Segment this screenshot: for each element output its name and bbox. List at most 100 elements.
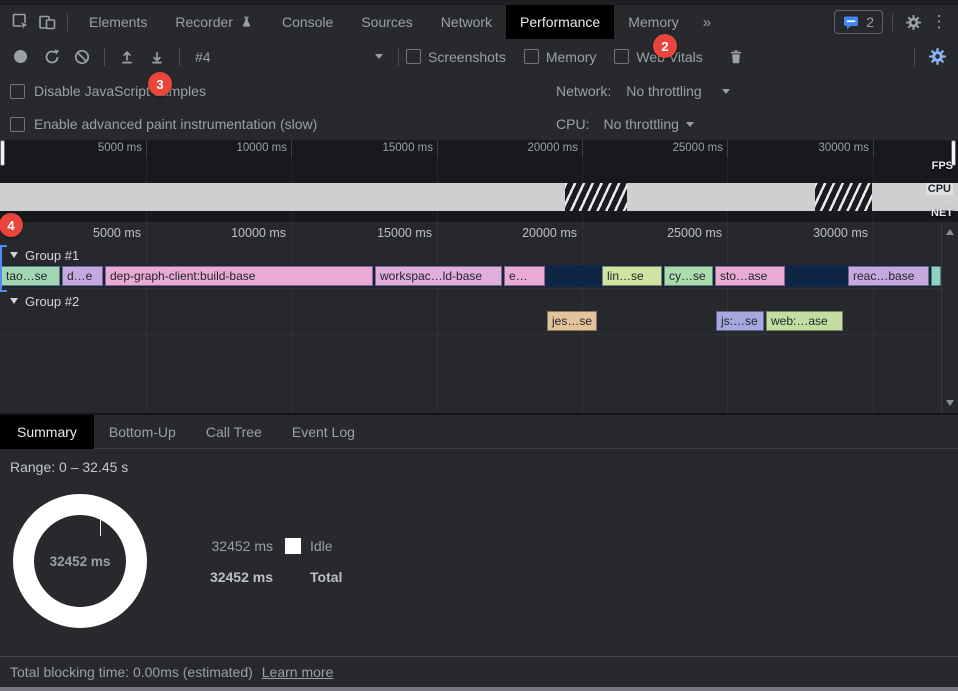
tab-recorder[interactable]: Recorder xyxy=(161,5,268,39)
divider xyxy=(914,48,915,66)
checkbox-box[interactable] xyxy=(614,49,629,64)
disable-js-samples-checkbox[interactable] xyxy=(10,84,25,99)
messages-counter-button[interactable]: 2 xyxy=(834,10,883,34)
flame-bar-jes-se[interactable]: jes…se xyxy=(547,311,597,331)
total-blocking-time-text: Total blocking time: 0.00ms (estimated) xyxy=(10,664,253,680)
tab-memory[interactable]: Memory xyxy=(614,5,693,39)
flame-bar-lin-se[interactable]: lin…se xyxy=(602,266,662,286)
legend-value: 32452 ms xyxy=(205,569,273,585)
track-separator xyxy=(0,334,941,335)
inspect-element-icon[interactable] xyxy=(8,9,34,35)
flask-icon xyxy=(239,15,254,30)
divider xyxy=(179,48,180,66)
group1-header[interactable]: Group #1 xyxy=(10,247,79,263)
cpu-label: CPU: xyxy=(556,116,589,132)
flame-chart[interactable]: 5000 ms10000 ms15000 ms20000 ms25000 ms3… xyxy=(0,222,958,413)
scroll-down-icon[interactable] xyxy=(946,400,954,406)
checkbox-label: Screenshots xyxy=(428,49,506,65)
flame-tick-label: 5000 ms xyxy=(93,226,146,240)
flame-bar-web-ase[interactable]: web:…ase xyxy=(766,311,843,331)
capture-settings-gear-icon[interactable] xyxy=(924,45,950,69)
summary-pane: Range: 0 – 32.45 s 32452 ms 32452 msIdle… xyxy=(0,449,958,656)
panel-tabs: Elements Recorder Console Sources Network Per… xyxy=(75,5,693,39)
disable-js-samples-option[interactable]: Disable JavaScript samples xyxy=(10,81,206,101)
tab-call-tree[interactable]: Call Tree xyxy=(191,415,277,449)
load-profile-icon[interactable] xyxy=(114,45,140,69)
history-dropdown[interactable]: #4 xyxy=(187,45,391,69)
flame-bar-js-se[interactable]: js:…se xyxy=(716,311,764,331)
flame-bar-workspac-ld-base[interactable]: workspac…ld-base xyxy=(375,266,502,286)
tab-elements[interactable]: Elements xyxy=(75,5,161,39)
checkbox-label: Memory xyxy=(546,49,597,65)
record-button[interactable] xyxy=(14,50,27,63)
advanced-paint-option[interactable]: Enable advanced paint instrumentation (s… xyxy=(10,114,317,134)
timeline-overview[interactable]: 5000 ms10000 ms15000 ms20000 ms25000 ms3… xyxy=(0,140,958,223)
overview-ruler-tick xyxy=(437,140,438,158)
overview-tick-label: 20000 ms xyxy=(527,142,582,154)
overview-left-grip[interactable] xyxy=(0,140,5,166)
legend-label: Idle xyxy=(310,538,333,554)
cpu-value: No throttling xyxy=(603,116,678,132)
legend-row-total: 32452 msTotal xyxy=(205,568,342,586)
window-bottom-strip xyxy=(0,687,958,691)
overview-ruler-tick xyxy=(146,140,147,158)
overview-ruler-tick xyxy=(873,140,874,158)
tab-console[interactable]: Console xyxy=(268,5,347,39)
network-throttling-select[interactable]: Network: No throttling xyxy=(556,81,730,101)
learn-more-link[interactable]: Learn more xyxy=(262,664,334,680)
tab-summary[interactable]: Summary xyxy=(0,415,94,449)
checkbox-box[interactable] xyxy=(406,49,421,64)
details-tab-bar: SummaryBottom-UpCall TreeEvent Log xyxy=(0,415,958,449)
network-value: No throttling xyxy=(626,83,701,99)
overview-tick-label: 5000 ms xyxy=(98,142,146,154)
clear-recording-icon[interactable] xyxy=(69,45,95,69)
flame-bar-tao-se[interactable]: tao…se xyxy=(1,266,60,286)
flame-gridline xyxy=(437,222,438,412)
cpu-hatch-region xyxy=(565,183,627,211)
tab-performance[interactable]: Performance xyxy=(506,5,614,39)
device-toolbar-icon[interactable] xyxy=(34,9,60,35)
donut-center-label: 32452 ms xyxy=(13,494,147,628)
tab-bottom-up[interactable]: Bottom-Up xyxy=(94,415,191,449)
flame-bar-reac-base[interactable]: reac…base xyxy=(848,266,929,286)
save-profile-icon[interactable] xyxy=(144,45,170,69)
overview-tick-label: 15000 ms xyxy=(382,142,437,154)
flame-scrollbar[interactable] xyxy=(941,222,958,413)
flame-bar-d-e[interactable]: d…e xyxy=(62,266,103,286)
trash-icon[interactable] xyxy=(723,45,749,69)
reload-and-record-icon[interactable] xyxy=(39,45,65,69)
group2-label: Group #2 xyxy=(25,294,79,309)
flame-bar-cy-se[interactable]: cy…se xyxy=(664,266,713,286)
devtools-settings-gear-icon[interactable] xyxy=(900,9,926,35)
legend-row-idle: 32452 ms Idle xyxy=(205,537,333,555)
scroll-up-icon[interactable] xyxy=(946,229,954,235)
tab-event-log[interactable]: Event Log xyxy=(277,415,370,449)
footer-bar: Total blocking time: 0.00ms (estimated) … xyxy=(0,656,958,687)
more-tabs-button[interactable]: » xyxy=(693,14,721,31)
group2-header[interactable]: Group #2 xyxy=(10,293,79,309)
kebab-menu-icon[interactable]: ⋮ xyxy=(926,9,952,35)
tab-label: Elements xyxy=(89,14,147,30)
overview-right-grip[interactable] xyxy=(951,140,956,166)
flame-bar-sto-ase[interactable]: sto…ase xyxy=(715,266,785,286)
tab-sources[interactable]: Sources xyxy=(347,5,426,39)
legend-value: 32452 ms xyxy=(205,538,273,554)
flame-bar[interactable] xyxy=(931,266,941,286)
tab-label: Console xyxy=(282,14,333,30)
tab-label: Memory xyxy=(628,14,679,30)
network-label: Network: xyxy=(556,83,611,99)
checkbox-memory[interactable]: Memory xyxy=(524,49,597,65)
flame-tick-label: 25000 ms xyxy=(667,226,727,240)
tab-label: Performance xyxy=(520,14,600,30)
tab-label: Network xyxy=(441,14,492,30)
flame-bar-e-[interactable]: e… xyxy=(504,266,545,286)
divider xyxy=(67,13,68,31)
advanced-paint-checkbox[interactable] xyxy=(10,117,25,132)
chevron-down-icon xyxy=(686,122,694,127)
cpu-throttling-select[interactable]: CPU: No throttling xyxy=(556,114,694,134)
flame-bar-dep-graph-client-build-base[interactable]: dep-graph-client:build-base xyxy=(105,266,373,286)
touch-badge-4: 4 xyxy=(0,213,23,237)
tab-network[interactable]: Network xyxy=(427,5,506,39)
checkbox-box[interactable] xyxy=(524,49,539,64)
checkbox-screenshots[interactable]: Screenshots xyxy=(406,49,506,65)
